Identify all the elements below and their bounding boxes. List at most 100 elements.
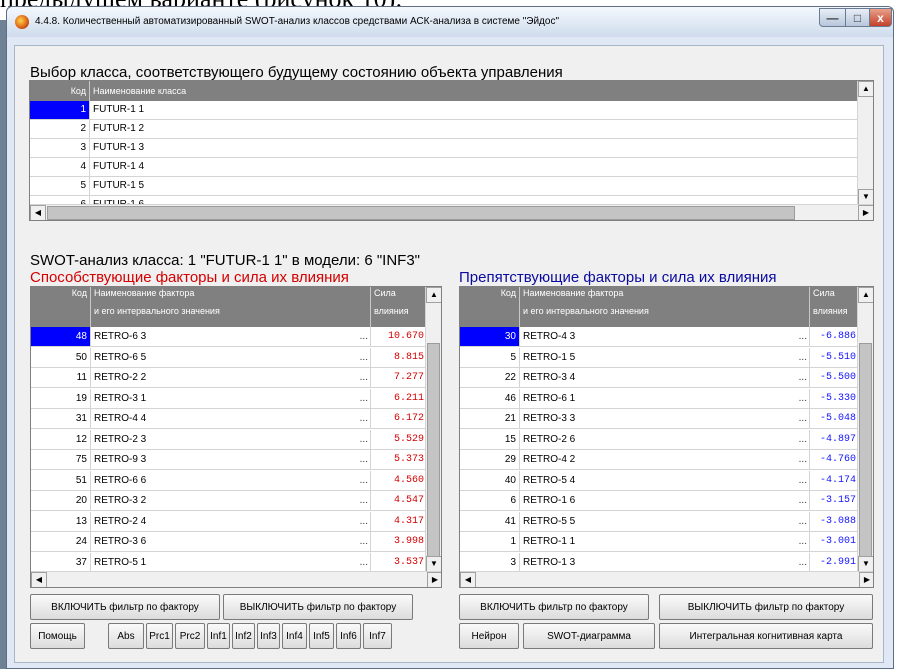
table-row[interactable]: 21 RETRO-3 3... -5.048 bbox=[460, 409, 859, 429]
row-details-ellipsis[interactable]: ... bbox=[796, 552, 810, 572]
scroll-up-icon[interactable]: ▲ bbox=[426, 287, 441, 303]
model-button-prc1[interactable]: Prc1 bbox=[146, 623, 173, 649]
model-button-inf2[interactable]: Inf2 bbox=[232, 623, 255, 649]
hindering-horizontal-scrollbar[interactable]: ◀ ▶ bbox=[460, 571, 873, 587]
table-row[interactable]: 1 RETRO-1 1... -3.001 bbox=[460, 532, 859, 552]
row-details-ellipsis[interactable]: ... bbox=[796, 470, 810, 490]
table-row[interactable]: 5 FUTUR-1 5 bbox=[30, 177, 858, 196]
model-button-inf5[interactable]: Inf5 bbox=[309, 623, 334, 649]
class-vertical-scrollbar[interactable]: ▲ ▼ bbox=[857, 81, 873, 205]
table-row[interactable]: 51 RETRO-6 6... 4.560 bbox=[31, 470, 427, 491]
model-button-prc2[interactable]: Prc2 bbox=[175, 623, 205, 649]
table-row[interactable]: 37 RETRO-5 1... 3.537 bbox=[31, 552, 427, 573]
neuron-button[interactable]: Нейрон bbox=[459, 623, 519, 649]
scroll-down-icon[interactable]: ▼ bbox=[426, 556, 441, 572]
scroll-down-icon[interactable]: ▼ bbox=[858, 189, 873, 205]
table-row[interactable]: 29 RETRO-4 2... -4.760 bbox=[460, 450, 859, 470]
scroll-up-icon[interactable]: ▲ bbox=[858, 287, 873, 303]
swot-diagram-button[interactable]: SWOT-диаграмма bbox=[523, 623, 655, 649]
disable-filter-button-left[interactable]: ВЫКЛЮЧИТЬ фильтр по фактору bbox=[223, 594, 413, 620]
table-row[interactable]: 3 RETRO-1 3... -2.991 bbox=[460, 552, 859, 573]
hindering-vertical-scrollbar[interactable]: ▲ ▼ bbox=[857, 287, 873, 572]
table-row[interactable]: 24 RETRO-3 6... 3.998 bbox=[31, 532, 427, 552]
scroll-down-icon[interactable]: ▼ bbox=[858, 556, 873, 572]
row-details-ellipsis[interactable]: ... bbox=[796, 347, 810, 367]
scroll-thumb[interactable] bbox=[859, 343, 872, 557]
maximize-button[interactable]: □ bbox=[845, 8, 870, 27]
disable-filter-button-right[interactable]: ВЫКЛЮЧИТЬ фильтр по фактору bbox=[659, 594, 873, 620]
model-button-inf4[interactable]: Inf4 bbox=[282, 623, 307, 649]
scroll-left-icon[interactable]: ◀ bbox=[460, 572, 476, 587]
row-code-cell: 40 bbox=[460, 470, 520, 490]
table-row[interactable]: 20 RETRO-3 2... 4.547 bbox=[31, 491, 427, 511]
table-row[interactable]: 6 RETRO-1 6... -3.157 bbox=[460, 491, 859, 511]
row-details-ellipsis[interactable]: ... bbox=[796, 388, 810, 408]
promoting-horizontal-scrollbar[interactable]: ◀ ▶ bbox=[31, 571, 441, 587]
promoting-factors-grid[interactable]: Код Наименование фактора и его интервальн… bbox=[30, 286, 442, 588]
table-row[interactable]: 40 RETRO-5 4... -4.174 bbox=[460, 470, 859, 491]
row-details-ellipsis[interactable]: ... bbox=[357, 552, 371, 572]
scroll-right-icon[interactable]: ▶ bbox=[859, 572, 873, 587]
scroll-right-icon[interactable]: ▶ bbox=[427, 572, 441, 587]
class-grid[interactable]: Код Наименование класса 1 FUTUR-1 1 2 FUTUR… bbox=[29, 80, 874, 221]
row-details-ellipsis[interactable]: ... bbox=[357, 368, 371, 387]
scroll-up-icon[interactable]: ▲ bbox=[858, 81, 873, 97]
row-details-ellipsis[interactable]: ... bbox=[796, 450, 810, 469]
table-row[interactable]: 11 RETRO-2 2... 7.277 bbox=[31, 368, 427, 388]
close-button[interactable]: x bbox=[869, 8, 892, 27]
scroll-right-icon[interactable]: ▶ bbox=[858, 205, 873, 220]
model-button-inf6[interactable]: Inf6 bbox=[336, 623, 361, 649]
scroll-left-icon[interactable]: ◀ bbox=[31, 572, 47, 587]
row-details-ellipsis[interactable]: ... bbox=[357, 347, 371, 367]
scroll-thumb[interactable] bbox=[47, 206, 795, 220]
cognitive-map-button[interactable]: Интегральная когнитивная карта bbox=[659, 623, 873, 649]
table-row[interactable]: 1 FUTUR-1 1 bbox=[30, 101, 858, 120]
table-row[interactable]: 22 RETRO-3 4... -5.500 bbox=[460, 368, 859, 388]
hindering-factors-grid[interactable]: Код Наименование фактора и его интервальн… bbox=[459, 286, 874, 588]
enable-filter-button-left[interactable]: ВКЛЮЧИТЬ фильтр по фактору bbox=[30, 594, 220, 620]
table-row[interactable]: 30 RETRO-4 3... -6.886 bbox=[460, 327, 859, 347]
row-details-ellipsis[interactable]: ... bbox=[796, 511, 810, 531]
row-details-ellipsis[interactable]: ... bbox=[357, 470, 371, 490]
model-button-inf1[interactable]: Inf1 bbox=[207, 623, 230, 649]
row-details-ellipsis[interactable]: ... bbox=[357, 511, 371, 531]
table-row[interactable]: 50 RETRO-6 5... 8.815 bbox=[31, 347, 427, 368]
row-details-ellipsis[interactable]: ... bbox=[357, 429, 371, 449]
model-button-abs[interactable]: Abs bbox=[108, 623, 144, 649]
row-details-ellipsis[interactable]: ... bbox=[357, 327, 371, 346]
table-row[interactable]: 41 RETRO-5 5... -3.088 bbox=[460, 511, 859, 532]
table-row[interactable]: 15 RETRO-2 6... -4.897 bbox=[460, 429, 859, 450]
enable-filter-button-right[interactable]: ВКЛЮЧИТЬ фильтр по фактору bbox=[459, 594, 649, 620]
row-details-ellipsis[interactable]: ... bbox=[796, 429, 810, 449]
scroll-left-icon[interactable]: ◀ bbox=[30, 205, 46, 220]
table-row[interactable]: 31 RETRO-4 4... 6.172 bbox=[31, 409, 427, 429]
row-details-ellipsis[interactable]: ... bbox=[796, 532, 810, 551]
row-details-ellipsis[interactable]: ... bbox=[357, 532, 371, 551]
table-row[interactable]: 48 RETRO-6 3... 10.670 bbox=[31, 327, 427, 347]
table-row[interactable]: 12 RETRO-2 3... 5.529 bbox=[31, 429, 427, 450]
table-row[interactable]: 46 RETRO-6 1... -5.330 bbox=[460, 388, 859, 409]
model-button-inf3[interactable]: Inf3 bbox=[257, 623, 280, 649]
minimize-button[interactable]: — bbox=[819, 8, 846, 27]
help-button[interactable]: Помощь bbox=[30, 623, 85, 649]
table-row[interactable]: 2 FUTUR-1 2 bbox=[30, 120, 858, 139]
row-details-ellipsis[interactable]: ... bbox=[796, 368, 810, 387]
table-row[interactable]: 19 RETRO-3 1... 6.211 bbox=[31, 388, 427, 409]
row-details-ellipsis[interactable]: ... bbox=[796, 491, 810, 510]
model-button-inf7[interactable]: Inf7 bbox=[363, 623, 392, 649]
promoting-vertical-scrollbar[interactable]: ▲ ▼ bbox=[425, 287, 441, 572]
table-row[interactable]: 13 RETRO-2 4... 4.317 bbox=[31, 511, 427, 532]
scroll-thumb[interactable] bbox=[427, 343, 440, 557]
row-details-ellipsis[interactable]: ... bbox=[357, 491, 371, 510]
row-details-ellipsis[interactable]: ... bbox=[357, 450, 371, 469]
table-row[interactable]: 5 RETRO-1 5... -5.510 bbox=[460, 347, 859, 368]
title-bar[interactable]: 4.4.8. Количественный автоматизированный… bbox=[7, 7, 893, 37]
table-row[interactable]: 4 FUTUR-1 4 bbox=[30, 158, 858, 177]
table-row[interactable]: 3 FUTUR-1 3 bbox=[30, 139, 858, 158]
class-horizontal-scrollbar[interactable]: ◀ ▶ bbox=[30, 204, 873, 220]
row-details-ellipsis[interactable]: ... bbox=[357, 388, 371, 408]
row-details-ellipsis[interactable]: ... bbox=[796, 409, 810, 428]
row-details-ellipsis[interactable]: ... bbox=[796, 327, 810, 346]
table-row[interactable]: 75 RETRO-9 3... 5.373 bbox=[31, 450, 427, 470]
row-details-ellipsis[interactable]: ... bbox=[357, 409, 371, 428]
